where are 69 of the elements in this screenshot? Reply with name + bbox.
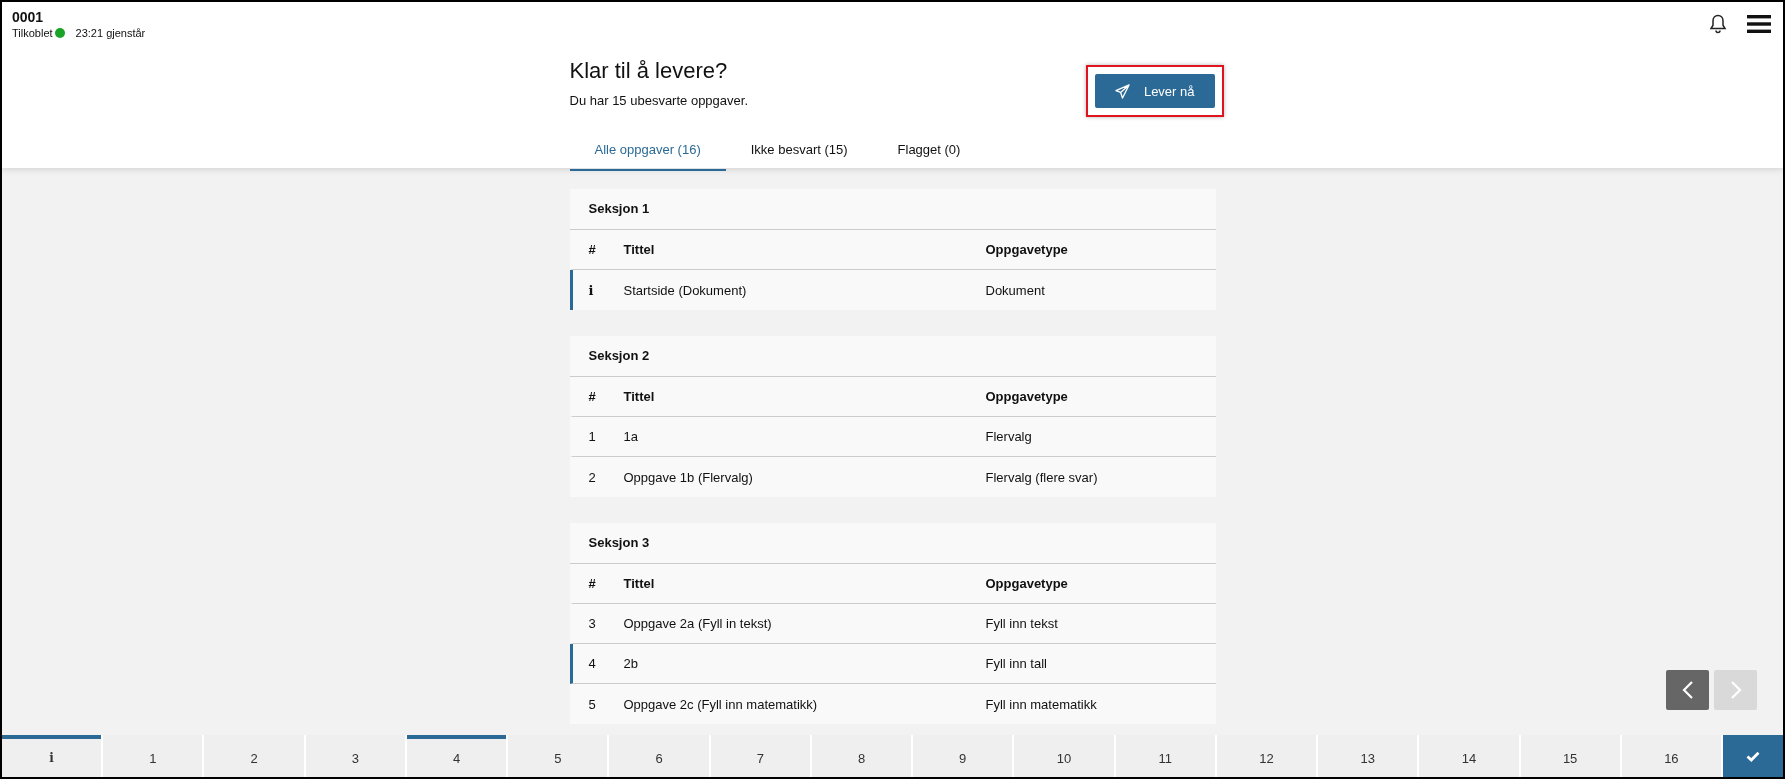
- column-header: Tittel: [623, 242, 656, 257]
- filter-tab[interactable]: Flagget (0): [872, 132, 986, 171]
- chevron-right-icon: [1729, 680, 1742, 700]
- paper-plane-icon: [1114, 83, 1130, 99]
- menu-icon[interactable]: [1747, 14, 1771, 34]
- bell-icon[interactable]: [1709, 14, 1727, 34]
- task-title: Oppgave 1b (Flervalg): [623, 469, 754, 485]
- task-number: 5: [587, 696, 597, 712]
- task-tile[interactable]: 9: [913, 735, 1013, 777]
- task-number: i: [587, 282, 595, 298]
- column-header: Oppgavetype: [985, 242, 1069, 257]
- column-header: Tittel: [623, 389, 656, 404]
- task-number: 4: [587, 656, 597, 671]
- task-tile[interactable]: 6: [609, 735, 709, 777]
- task-type: Flervalg (flere svar): [985, 469, 1099, 485]
- column-header: #: [587, 242, 597, 257]
- task-type: Dokument: [985, 282, 1046, 298]
- task-type: Fyll inn tekst: [985, 616, 1059, 631]
- task-number: 3: [587, 616, 597, 631]
- submit-button[interactable]: Lever nå: [1094, 74, 1215, 108]
- task-tile[interactable]: 15: [1520, 735, 1620, 777]
- task-tile[interactable]: 12: [1216, 735, 1317, 777]
- column-header: #: [587, 576, 597, 591]
- task-title: 1a: [623, 429, 639, 444]
- task-row[interactable]: 3 Oppgave 2a (Fyll in tekst) Fyll inn tekst: [569, 604, 1216, 644]
- task-tile[interactable]: 3: [305, 735, 405, 777]
- section-title: Seksjon 2: [569, 336, 1216, 377]
- task-tile[interactable]: 2: [204, 735, 304, 777]
- task-tile[interactable]: i: [2, 735, 102, 777]
- task-row[interactable]: 2 Oppgave 1b (Flervalg) Flervalg (flere svar): [569, 457, 1216, 497]
- unanswered-summary: Du har 15 ubesvarte oppgaver.: [569, 93, 748, 108]
- task-tile[interactable]: 5: [508, 735, 608, 777]
- task-tile[interactable]: 16: [1621, 735, 1721, 777]
- task-tile[interactable]: 7: [710, 735, 810, 777]
- task-number: 2: [587, 469, 597, 485]
- column-header: Tittel: [623, 576, 656, 591]
- task-row[interactable]: 4 2b Fyll inn tall: [569, 644, 1216, 684]
- connection-status: Tilkoblet: [12, 27, 53, 39]
- task-tile[interactable]: 1: [103, 735, 203, 777]
- time-remaining: 23:21 gjenstår: [75, 27, 146, 39]
- previous-button[interactable]: [1666, 670, 1709, 710]
- task-type: Fyll inn matematikk: [985, 696, 1098, 712]
- task-number: 1: [587, 429, 597, 444]
- section-title: Seksjon 3: [569, 523, 1216, 564]
- task-tile[interactable]: 14: [1419, 735, 1519, 777]
- task-type: Fyll inn tall: [985, 656, 1048, 671]
- column-header: #: [587, 389, 597, 404]
- section-title: Seksjon 1: [569, 189, 1216, 230]
- checkmark-icon: [1746, 750, 1760, 762]
- task-row[interactable]: 5 Oppgave 2c (Fyll inn matematikk) Fyll inn matematikk: [569, 684, 1216, 724]
- task-tile[interactable]: 10: [1014, 735, 1114, 777]
- task-type: Flervalg: [985, 429, 1033, 444]
- filter-tab[interactable]: Alle oppgaver (16): [569, 132, 726, 171]
- filter-tab[interactable]: Ikke besvart (15): [725, 132, 873, 171]
- task-title: 2b: [623, 656, 639, 671]
- task-row[interactable]: 1 1a Flervalg: [569, 417, 1216, 457]
- task-title: Oppgave 2c (Fyll inn matematikk): [623, 696, 819, 712]
- task-title: Oppgave 2a (Fyll in tekst): [623, 616, 773, 631]
- task-title: Startside (Dokument): [623, 282, 748, 298]
- chevron-left-icon: [1681, 680, 1694, 700]
- task-tile[interactable]: 8: [811, 735, 912, 777]
- task-row[interactable]: i Startside (Dokument) Dokument: [569, 270, 1216, 310]
- task-tile[interactable]: 11: [1115, 735, 1215, 777]
- page-title: Klar til å levere?: [569, 58, 729, 84]
- column-header: Oppgavetype: [985, 576, 1069, 591]
- candidate-id: 0001: [12, 9, 45, 25]
- task-tile[interactable]: 4: [406, 735, 507, 777]
- column-header: Oppgavetype: [985, 389, 1069, 404]
- task-tile[interactable]: 13: [1318, 735, 1418, 777]
